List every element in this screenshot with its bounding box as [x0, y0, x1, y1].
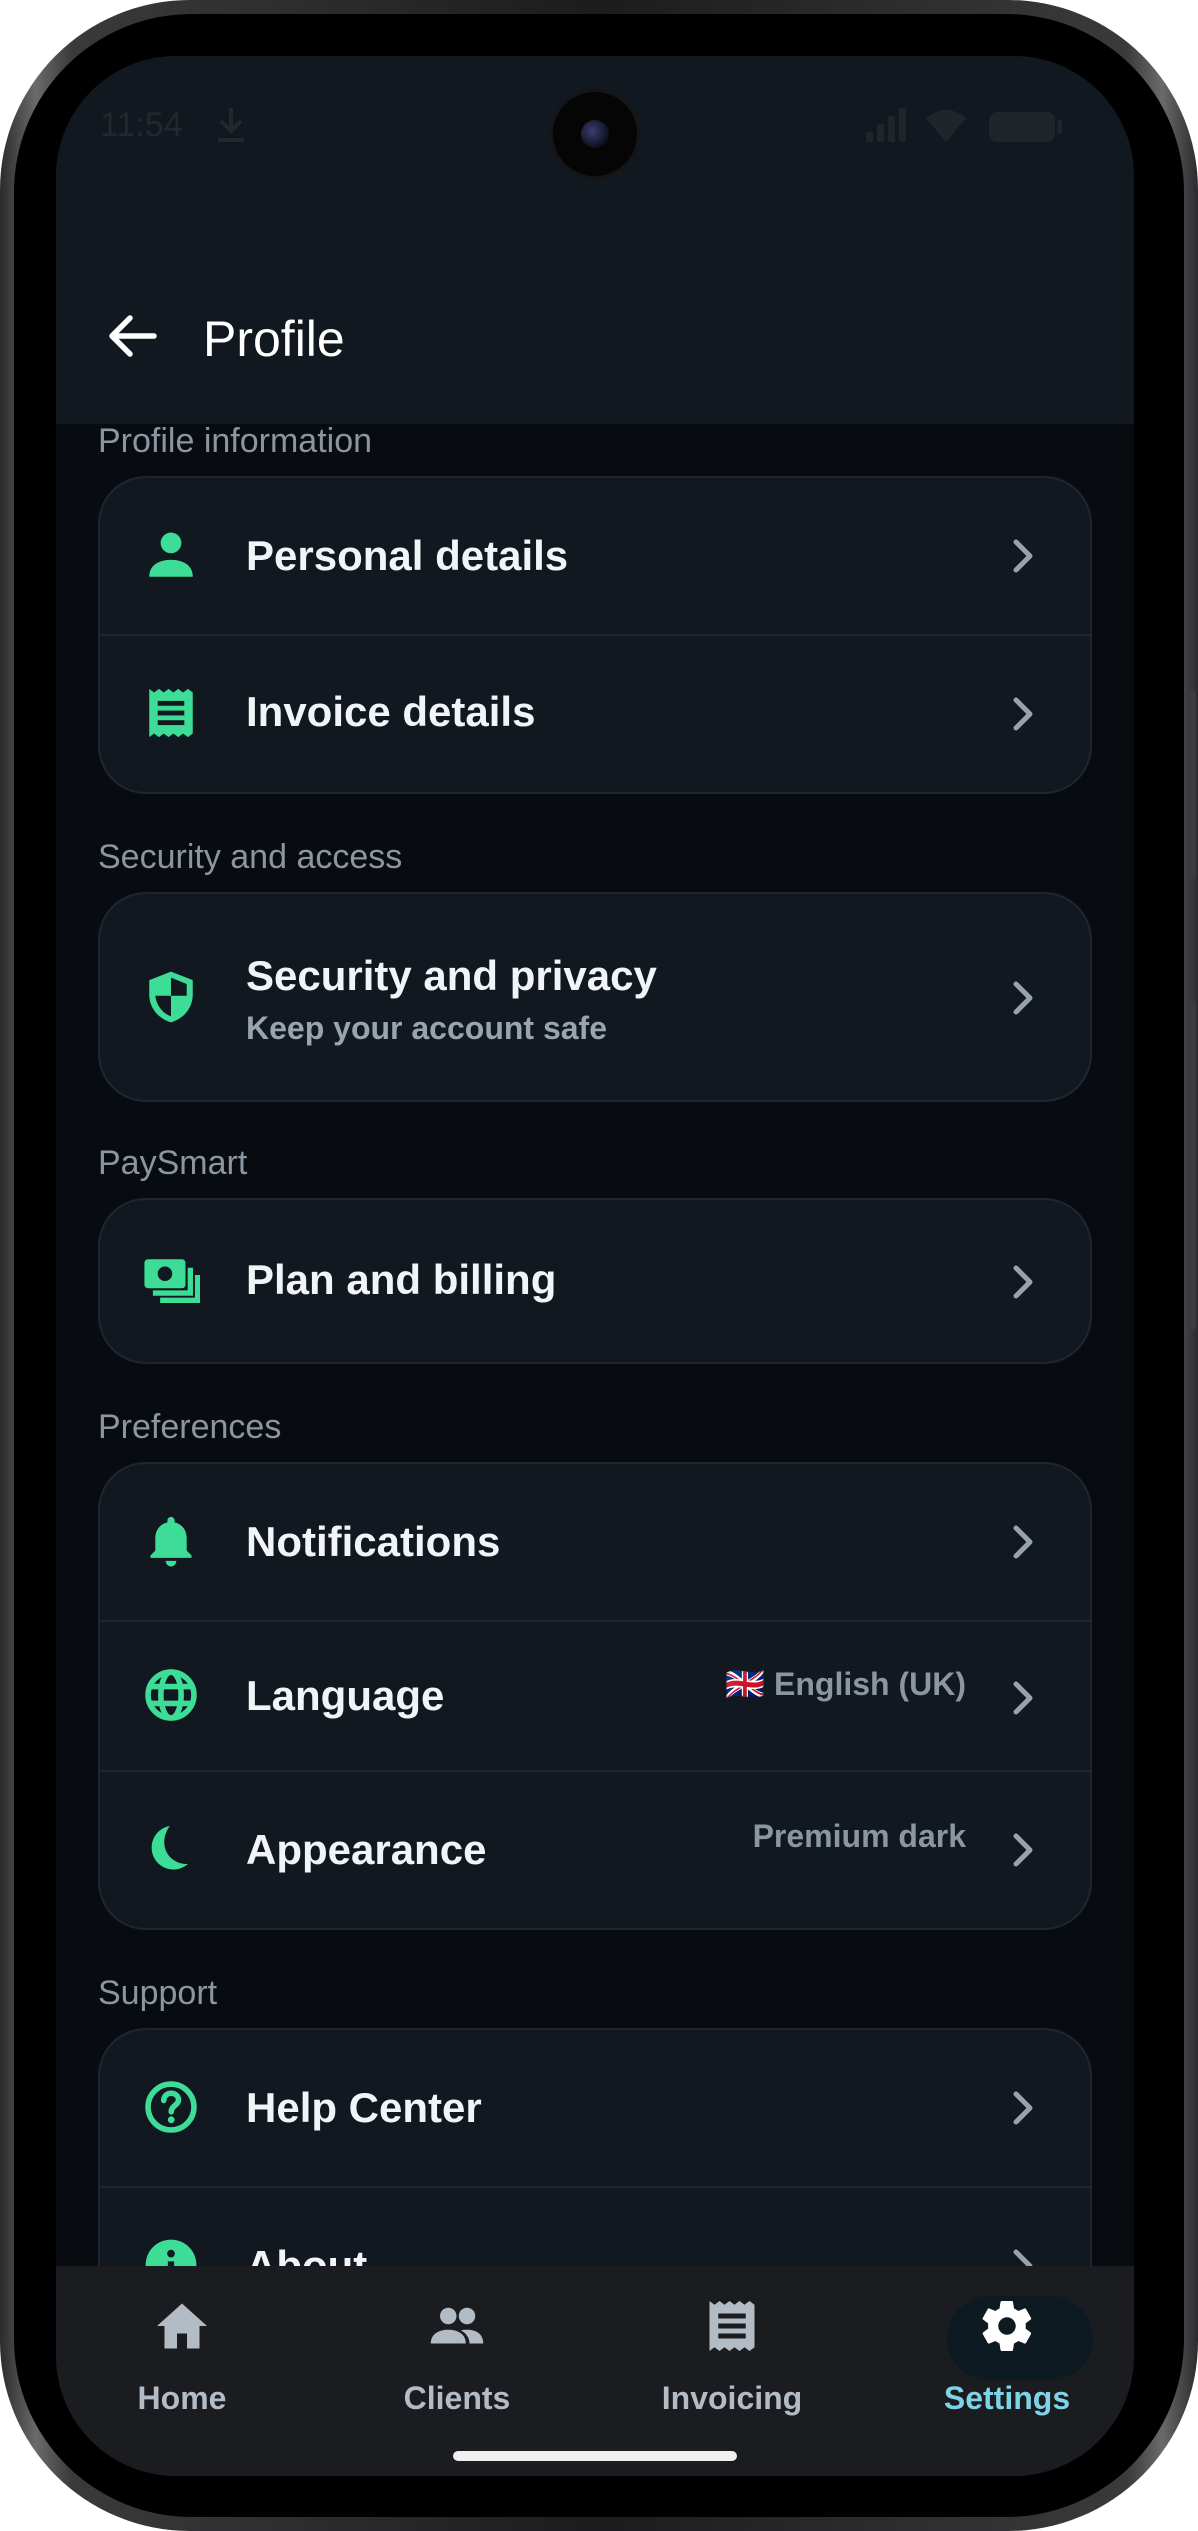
- card-security-and-access: Security and privacy Keep your account s…: [98, 892, 1092, 1102]
- nav-label: Clients: [403, 2380, 511, 2416]
- wifi-icon: [926, 110, 966, 142]
- bottom-navigation: Home Clients Invoicing Settings: [56, 2266, 1134, 2476]
- help-circle-icon: [145, 2081, 197, 2133]
- section-label-profile-information: Profile information: [98, 424, 373, 460]
- chevron-right-icon: [1013, 2091, 1033, 2125]
- row-about[interactable]: About: [100, 2186, 1090, 2266]
- row-label: Personal details: [246, 532, 569, 579]
- row-appearance[interactable]: Appearance Premium dark: [100, 1770, 1090, 1928]
- chevron-right-icon: [1013, 1681, 1033, 1715]
- row-label: Notifications: [246, 1518, 501, 1565]
- invoice-icon: [709, 2301, 755, 2351]
- card-paysmart: Plan and billing: [98, 1198, 1092, 1364]
- battery-icon: [989, 112, 1055, 142]
- row-language[interactable]: Language 🇬🇧 English (UK): [100, 1620, 1090, 1770]
- nav-label: Home: [137, 2380, 227, 2416]
- card-profile-information: Personal details Invoice details: [98, 476, 1092, 794]
- row-personal-details[interactable]: Personal details: [100, 478, 1090, 634]
- payments-icon: [144, 1259, 200, 1303]
- receipt-icon: [149, 688, 193, 738]
- row-notifications[interactable]: Notifications: [100, 1464, 1090, 1620]
- power-button: [1186, 1000, 1196, 1330]
- row-label: Plan and billing: [246, 1256, 557, 1303]
- nav-item-invoicing[interactable]: Invoicing: [632, 2266, 832, 2436]
- section-label-security-and-access: Security and access: [98, 838, 403, 876]
- download-icon: [218, 108, 244, 142]
- row-security-and-privacy[interactable]: Security and privacy Keep your account s…: [100, 894, 1090, 1100]
- page-title: Profile: [203, 311, 345, 367]
- globe-icon: [145, 1669, 197, 1721]
- shield-icon: [149, 971, 193, 1023]
- status-bar: 11:54: [56, 56, 1134, 186]
- nav-item-home[interactable]: Home: [82, 2266, 282, 2436]
- card-support: Help Center About: [98, 2028, 1092, 2266]
- chevron-right-icon: [1013, 1525, 1033, 1559]
- nav-item-settings[interactable]: Settings: [907, 2266, 1107, 2436]
- nav-label: Invoicing: [661, 2380, 803, 2416]
- signal-icon: [866, 108, 906, 142]
- row-label: Help Center: [246, 2084, 482, 2131]
- row-label: Security and privacy: [246, 952, 657, 999]
- row-value: 🇬🇧 English (UK): [725, 1666, 966, 1702]
- row-invoice-details[interactable]: Invoice details: [100, 634, 1090, 792]
- nav-item-clients[interactable]: Clients: [357, 2266, 557, 2436]
- row-subtitle: Keep your account safe: [246, 1010, 607, 1046]
- chevron-right-icon: [1013, 539, 1033, 573]
- row-label: Appearance: [246, 1826, 487, 1873]
- nav-label: Settings: [943, 2380, 1071, 2416]
- info-icon: [145, 2239, 197, 2266]
- row-label: Invoice details: [246, 688, 536, 735]
- moon-icon: [151, 1826, 188, 1870]
- chevron-right-icon: [1013, 1265, 1033, 1299]
- screen: 11:54 Profile Profile information Person…: [56, 56, 1134, 2476]
- row-help-center[interactable]: Help Center: [100, 2030, 1090, 2186]
- app-bar: Profile: [56, 186, 1134, 424]
- status-time: 11:54: [100, 106, 183, 144]
- chevron-right-icon: [1013, 2249, 1033, 2266]
- bell-icon: [150, 1516, 192, 1567]
- row-label: Language: [246, 1672, 445, 1719]
- card-preferences: Notifications Language 🇬🇧 English (UK) A…: [98, 1462, 1092, 1930]
- row-label: About: [246, 2242, 368, 2266]
- chevron-right-icon: [1013, 1833, 1033, 1867]
- person-icon: [149, 532, 193, 577]
- system-status-icons: [866, 108, 1062, 142]
- settings-list: Profile information Personal details Inv…: [56, 424, 1134, 2266]
- home-indicator[interactable]: [453, 2451, 737, 2461]
- chevron-right-icon: [1013, 981, 1033, 1015]
- front-camera: [553, 92, 637, 176]
- section-label-preferences: Preferences: [98, 1408, 282, 1446]
- back-arrow-icon[interactable]: [104, 308, 160, 364]
- people-icon: [430, 2307, 484, 2344]
- section-label-support: Support: [98, 1974, 218, 2012]
- home-icon: [157, 2303, 207, 2349]
- row-value: Premium dark: [752, 1818, 966, 1854]
- chevron-right-icon: [1013, 697, 1033, 731]
- gear-icon: [982, 2301, 1032, 2351]
- section-label-paysmart: PaySmart: [98, 1144, 248, 1182]
- row-plan-and-billing[interactable]: Plan and billing: [100, 1200, 1090, 1362]
- volume-button: [1186, 690, 1196, 880]
